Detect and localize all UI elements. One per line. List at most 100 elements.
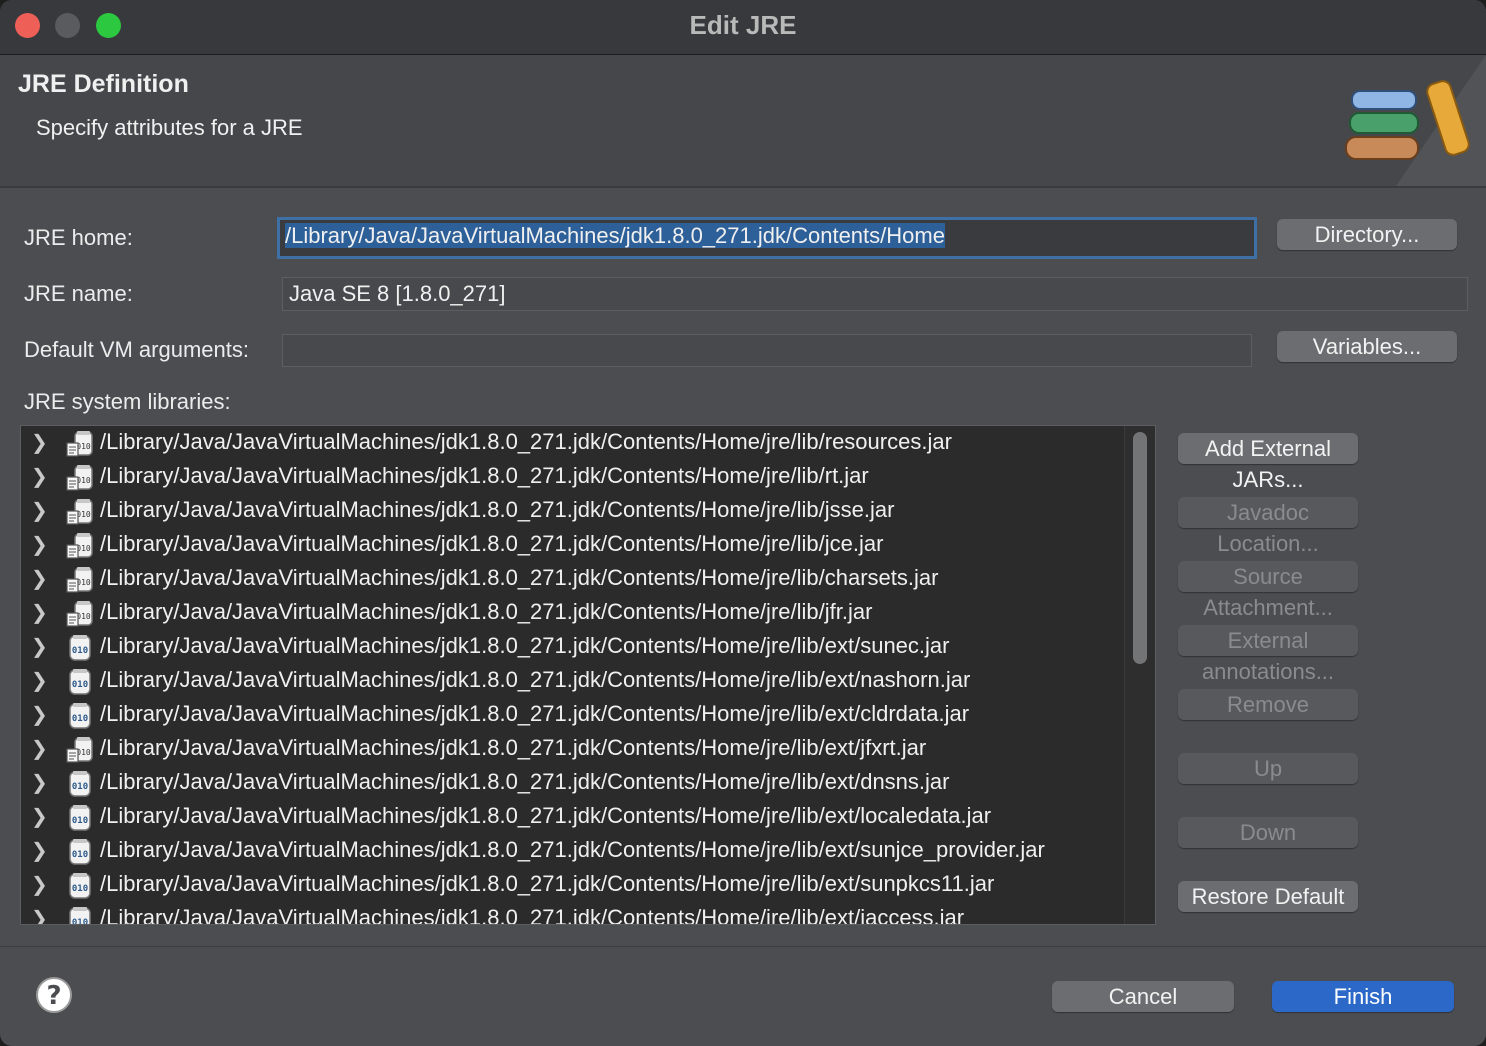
library-row[interactable]: ❯ 010/Library/Java/JavaVirtualMachines/jd… (21, 630, 1125, 664)
svg-text:010: 010 (72, 646, 88, 656)
library-path: /Library/Java/JavaVirtualMachines/jdk1.8… (100, 531, 884, 556)
library-path: /Library/Java/JavaVirtualMachines/jdk1.8… (100, 565, 939, 590)
vm-args-input[interactable] (282, 334, 1252, 367)
scrollbar-track[interactable] (1124, 426, 1155, 924)
library-row[interactable]: ❯ 010/Library/Java/JavaVirtualMachines/jd… (21, 562, 1125, 596)
expand-chevron-icon[interactable]: ❯ (31, 566, 48, 591)
library-row[interactable]: ❯ 010/Library/Java/JavaVirtualMachines/jd… (21, 834, 1125, 868)
jre-name-label: JRE name: (24, 281, 133, 306)
jar-with-source-icon: 010 (66, 601, 93, 627)
jar-icon: 010 (69, 669, 91, 695)
expand-chevron-icon[interactable]: ❯ (31, 906, 48, 924)
remove-button[interactable]: Remove (1178, 689, 1358, 720)
add-external-jars-button[interactable]: Add External JARs... (1178, 433, 1358, 492)
jar-with-source-icon: 010 (66, 533, 93, 559)
expand-chevron-icon[interactable]: ❯ (31, 430, 48, 455)
library-row[interactable]: ❯ 010/Library/Java/JavaVirtualMachines/jd… (21, 698, 1125, 732)
jar-with-source-icon: 010 (66, 737, 93, 763)
finish-button[interactable]: Finish (1272, 981, 1454, 1012)
expand-chevron-icon[interactable]: ❯ (31, 804, 48, 829)
edit-jre-dialog: Edit JRE JRE Definition Specify attribut… (0, 0, 1486, 1046)
jar-icon: 010 (69, 839, 91, 865)
library-row[interactable]: ❯ 010/Library/Java/JavaVirtualMachines/jd… (21, 868, 1125, 902)
library-row[interactable]: ❯ 010/Library/Java/JavaVirtualMachines/jd… (21, 902, 1125, 925)
library-path: /Library/Java/JavaVirtualMachines/jdk1.8… (100, 871, 995, 896)
expand-chevron-icon[interactable]: ❯ (31, 464, 48, 489)
expand-chevron-icon[interactable]: ❯ (31, 736, 48, 761)
directory-button[interactable]: Directory... (1277, 219, 1457, 250)
library-path: /Library/Java/JavaVirtualMachines/jdk1.8… (100, 769, 950, 794)
restore-default-button[interactable]: Restore Default (1178, 881, 1358, 912)
window-title: Edit JRE (689, 10, 797, 40)
library-path: /Library/Java/JavaVirtualMachines/jdk1.8… (100, 633, 950, 658)
expand-chevron-icon[interactable]: ❯ (31, 532, 48, 557)
jar-icon: 010 (69, 907, 91, 925)
svg-text:010: 010 (72, 782, 88, 792)
svg-text:010: 010 (72, 680, 88, 690)
variables-button[interactable]: Variables... (1277, 331, 1457, 362)
library-row[interactable]: ❯ 010/Library/Java/JavaVirtualMachines/jd… (21, 732, 1125, 766)
javadoc-location-button[interactable]: Javadoc Location... (1178, 497, 1358, 556)
expand-chevron-icon[interactable]: ❯ (31, 668, 48, 693)
external-annotations-button[interactable]: External annotations... (1178, 625, 1358, 684)
svg-text:?: ? (46, 981, 61, 1011)
library-path: /Library/Java/JavaVirtualMachines/jdk1.8… (100, 429, 952, 454)
library-path: /Library/Java/JavaVirtualMachines/jdk1.8… (100, 803, 992, 828)
expand-chevron-icon[interactable]: ❯ (31, 634, 48, 659)
vm-args-label: Default VM arguments: (24, 337, 249, 362)
library-row[interactable]: ❯ 010/Library/Java/JavaVirtualMachines/jd… (21, 664, 1125, 698)
jre-home-input[interactable]: /Library/Java/JavaVirtualMachines/jdk1.8… (277, 217, 1257, 259)
library-row[interactable]: ❯ 010/Library/Java/JavaVirtualMachines/jd… (21, 528, 1125, 562)
scrollbar-thumb[interactable] (1133, 432, 1147, 664)
libraries-label: JRE system libraries: (24, 389, 231, 414)
expand-chevron-icon[interactable]: ❯ (31, 872, 48, 897)
title-bar: Edit JRE (0, 0, 1486, 55)
jar-with-source-icon: 010 (66, 567, 93, 593)
jre-library-books-icon (1345, 55, 1486, 186)
svg-text:010: 010 (72, 884, 88, 894)
library-path: /Library/Java/JavaVirtualMachines/jdk1.8… (100, 463, 869, 488)
jar-icon: 010 (69, 635, 91, 661)
jar-with-source-icon: 010 (66, 465, 93, 491)
svg-text:010: 010 (72, 714, 88, 724)
jar-icon: 010 (69, 873, 91, 899)
expand-chevron-icon[interactable]: ❯ (31, 770, 48, 795)
jre-name-input[interactable]: Java SE 8 [1.8.0_271] (282, 277, 1468, 311)
jar-with-source-icon: 010 (66, 431, 93, 457)
svg-text:010: 010 (72, 816, 88, 826)
down-button[interactable]: Down (1178, 817, 1358, 848)
up-button[interactable]: Up (1178, 753, 1358, 784)
dialog-header: JRE Definition Specify attributes for a … (0, 55, 1486, 188)
svg-text:010: 010 (72, 918, 88, 925)
svg-text:010: 010 (72, 850, 88, 860)
library-row[interactable]: ❯ 010/Library/Java/JavaVirtualMachines/jd… (21, 766, 1125, 800)
expand-chevron-icon[interactable]: ❯ (31, 600, 48, 625)
library-row[interactable]: ❯ 010/Library/Java/JavaVirtualMachines/jd… (21, 800, 1125, 834)
library-path: /Library/Java/JavaVirtualMachines/jdk1.8… (100, 837, 1045, 862)
jre-home-value: /Library/Java/JavaVirtualMachines/jdk1.8… (285, 223, 945, 248)
source-attachment-button[interactable]: Source Attachment... (1178, 561, 1358, 620)
library-row[interactable]: ❯ 010/Library/Java/JavaVirtualMachines/jd… (21, 596, 1125, 630)
library-path: /Library/Java/JavaVirtualMachines/jdk1.8… (100, 701, 970, 726)
header-title: JRE Definition (18, 70, 189, 98)
expand-chevron-icon[interactable]: ❯ (31, 838, 48, 863)
expand-chevron-icon[interactable]: ❯ (31, 498, 48, 523)
jar-with-source-icon: 010 (66, 499, 93, 525)
library-path: /Library/Java/JavaVirtualMachines/jdk1.8… (100, 905, 965, 925)
jar-icon: 010 (69, 805, 91, 831)
footer-divider (0, 946, 1486, 947)
system-libraries-tree[interactable]: ❯ 010/Library/Java/JavaVirtualMachines/jd… (20, 425, 1156, 925)
library-path: /Library/Java/JavaVirtualMachines/jdk1.8… (100, 667, 971, 692)
cancel-button[interactable]: Cancel (1052, 981, 1234, 1012)
library-row[interactable]: ❯ 010/Library/Java/JavaVirtualMachines/jd… (21, 494, 1125, 528)
help-icon[interactable]: ? (35, 976, 73, 1014)
jar-icon: 010 (69, 703, 91, 729)
library-path: /Library/Java/JavaVirtualMachines/jdk1.8… (100, 735, 927, 760)
jar-icon: 010 (69, 771, 91, 797)
library-path: /Library/Java/JavaVirtualMachines/jdk1.8… (100, 599, 873, 624)
library-row[interactable]: ❯ 010/Library/Java/JavaVirtualMachines/jd… (21, 426, 1125, 460)
expand-chevron-icon[interactable]: ❯ (31, 702, 48, 727)
library-path: /Library/Java/JavaVirtualMachines/jdk1.8… (100, 497, 895, 522)
library-row[interactable]: ❯ 010/Library/Java/JavaVirtualMachines/jd… (21, 460, 1125, 494)
header-subtitle: Specify attributes for a JRE (36, 115, 303, 140)
